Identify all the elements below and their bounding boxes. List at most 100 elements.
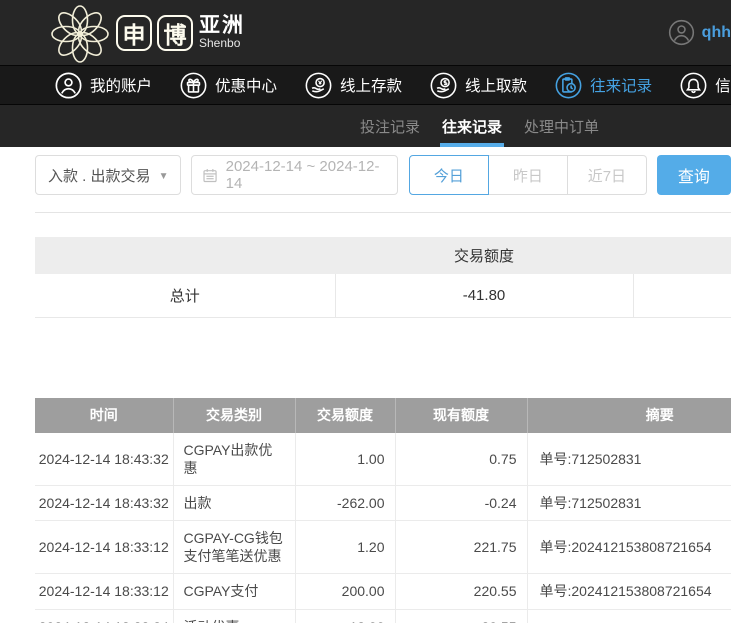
- cell-balance: 20.55: [395, 609, 527, 623]
- cell-type: 活动优惠: [173, 609, 295, 623]
- type-select-value: 入款 . 出款交易: [48, 165, 151, 186]
- summary-table: 交易额度 总计 -41.80: [35, 237, 731, 318]
- bell-icon: [680, 72, 707, 99]
- column-header-balance: 现有额度: [395, 398, 527, 433]
- user-avatar-icon: [668, 19, 695, 46]
- quick-button-label: 今日: [434, 165, 464, 186]
- cell-note: 单号:202412153808721654: [527, 521, 731, 574]
- cell-time: 2024-12-14 18:43:32: [35, 433, 173, 486]
- table-row: 2024-12-14 18:33:12 CGPAY-CG钱包支付笔笔送优惠 1.…: [35, 521, 731, 574]
- transaction-type-select[interactable]: 入款 . 出款交易 ▼: [35, 155, 181, 195]
- nav-label: 优惠中心: [215, 74, 277, 96]
- quick-button-label: 昨日: [513, 165, 543, 186]
- hand-coin-deposit-icon: [305, 72, 332, 99]
- cell-time: 2024-12-14 18:32:24: [35, 609, 173, 623]
- cell-note: 单号:712502831: [527, 485, 731, 520]
- tab-transaction-records[interactable]: 往来记录: [440, 105, 504, 147]
- cell-balance: -0.24: [395, 485, 527, 520]
- table-row: 2024-12-14 18:43:32 出款 -262.00 -0.24 单号:…: [35, 485, 731, 520]
- logo-character-boxes: 申 博: [116, 15, 193, 51]
- cell-amount: 1.00: [295, 433, 395, 486]
- summary-empty-cell: [633, 274, 731, 317]
- quick-button-label: 近7日: [588, 165, 626, 186]
- gift-icon: [180, 72, 207, 99]
- site-logo[interactable]: 申 博 亚洲 Shenbo: [50, 0, 245, 65]
- column-header-time: 时间: [35, 398, 173, 433]
- cell-amount: -262.00: [295, 485, 395, 520]
- cell-amount: 1.20: [295, 521, 395, 574]
- nav-label: 线上取款: [465, 74, 527, 96]
- username-text: qhh: [702, 24, 731, 42]
- table-row: 2024-12-14 18:43:32 CGPAY出款优惠 1.00 0.75 …: [35, 433, 731, 486]
- logo-region-cn: 亚洲: [199, 15, 245, 37]
- cell-type: CGPAY出款优惠: [173, 433, 295, 486]
- summary-header-amount: 交易额度: [335, 237, 633, 274]
- nav-item-messages[interactable]: 信息: [680, 72, 731, 99]
- cell-note: 单号:712502831: [527, 433, 731, 486]
- chevron-down-icon: ▼: [159, 171, 169, 182]
- column-header-amount: 交易额度: [295, 398, 395, 433]
- hand-dollar-withdraw-icon: [430, 72, 457, 99]
- user-account-area[interactable]: qhh: [668, 0, 731, 65]
- date-range-value: 2024-12-14 ~ 2024-12-14: [226, 158, 387, 192]
- yesterday-button[interactable]: 昨日: [489, 155, 568, 195]
- quick-date-button-group: 今日 昨日 近7日: [409, 155, 647, 195]
- flower-logo-icon: [50, 4, 110, 64]
- nav-item-deposit[interactable]: 线上存款: [305, 72, 402, 99]
- active-tab-underline: [440, 143, 504, 147]
- content-area: 入款 . 出款交易 ▼ 2024-12-14 ~ 2024-12-14 今日 昨…: [0, 147, 731, 623]
- cell-type: 出款: [173, 485, 295, 520]
- table-header-row: 时间 交易类别 交易额度 现有额度 摘要: [35, 398, 731, 433]
- cell-time: 2024-12-14 18:33:12: [35, 521, 173, 574]
- account-person-icon: [55, 72, 82, 99]
- cell-time: 2024-12-14 18:33:12: [35, 574, 173, 609]
- cell-balance: 220.55: [395, 574, 527, 609]
- tab-label: 处理中订单: [524, 116, 599, 137]
- table-row: 2024-12-14 18:33:12 CGPAY支付 200.00 220.5…: [35, 574, 731, 609]
- cell-amount: 200.00: [295, 574, 395, 609]
- date-range-input[interactable]: 2024-12-14 ~ 2024-12-14: [191, 155, 398, 195]
- nav-label: 信息: [715, 74, 731, 96]
- records-sub-navigation: 投注记录 往来记录 处理中订单: [0, 105, 731, 147]
- clipboard-clock-icon: [555, 72, 582, 99]
- today-button[interactable]: 今日: [409, 155, 489, 195]
- nav-item-my-account[interactable]: 我的账户: [55, 72, 152, 99]
- cell-note: 单号:202412153808721654: [527, 574, 731, 609]
- nav-label: 我的账户: [90, 74, 152, 96]
- cell-balance: 221.75: [395, 521, 527, 574]
- cell-note: [527, 609, 731, 623]
- top-header: 申 博 亚洲 Shenbo qhh: [0, 0, 731, 65]
- nav-item-promotions[interactable]: 优惠中心: [180, 72, 277, 99]
- nav-label: 线上存款: [340, 74, 402, 96]
- summary-total-label: 总计: [35, 274, 335, 317]
- summary-header-row: 交易额度: [35, 237, 731, 274]
- tab-label: 往来记录: [442, 116, 502, 137]
- last-7-days-button[interactable]: 近7日: [568, 155, 647, 195]
- column-header-note: 摘要: [527, 398, 731, 433]
- transaction-records-table: 时间 交易类别 交易额度 现有额度 摘要 2024-12-14 18:43:32…: [35, 398, 731, 623]
- table-row: 2024-12-14 18:32:24 活动优惠 18.00 20.55: [35, 609, 731, 623]
- logo-box-shen: 申: [116, 15, 152, 51]
- cell-type: CGPAY支付: [173, 574, 295, 609]
- nav-item-withdraw[interactable]: 线上取款: [430, 72, 527, 99]
- column-header-type: 交易类别: [173, 398, 295, 433]
- summary-total-value: -41.80: [335, 274, 633, 317]
- main-navigation: 我的账户 优惠中心 线上存款 线上取款: [0, 65, 731, 105]
- tab-label: 投注记录: [360, 116, 420, 137]
- section-divider: [35, 212, 731, 213]
- cell-balance: 0.75: [395, 433, 527, 486]
- calendar-icon: [202, 167, 218, 184]
- tab-processing-orders[interactable]: 处理中订单: [522, 105, 601, 147]
- nav-item-transaction-records[interactable]: 往来记录: [555, 72, 652, 99]
- tab-betting-records[interactable]: 投注记录: [358, 105, 422, 147]
- filter-row: 入款 . 出款交易 ▼ 2024-12-14 ~ 2024-12-14 今日 昨…: [35, 155, 731, 195]
- cell-type: CGPAY-CG钱包支付笔笔送优惠: [173, 521, 295, 574]
- logo-region-text: 亚洲 Shenbo: [199, 15, 245, 50]
- logo-region-en: Shenbo: [199, 37, 245, 50]
- logo-box-bo: 博: [157, 15, 193, 51]
- summary-total-row: 总计 -41.80: [35, 274, 731, 317]
- nav-label: 往来记录: [590, 74, 652, 96]
- cell-time: 2024-12-14 18:43:32: [35, 485, 173, 520]
- summary-header-spacer: [35, 237, 335, 274]
- search-button[interactable]: 查询: [657, 155, 731, 195]
